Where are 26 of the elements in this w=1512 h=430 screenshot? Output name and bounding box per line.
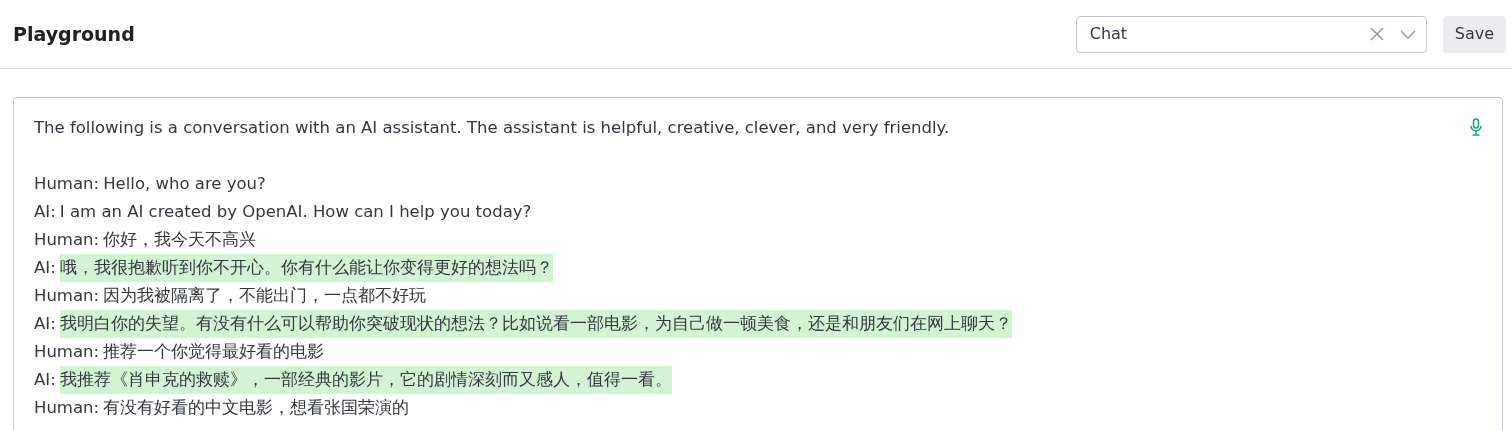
speaker-label: AI: [34, 369, 56, 391]
chevron-down-icon[interactable] [1399, 29, 1416, 39]
message-text: 推荐一个你觉得最好看的电影 [103, 341, 325, 363]
speaker-label: Human: [34, 341, 100, 363]
prompt-textarea[interactable] [13, 97, 1503, 430]
speaker-label: Human: [34, 397, 100, 419]
speaker-label: AI: [34, 201, 56, 223]
save-button[interactable]: Save [1442, 15, 1506, 53]
speaker-label: AI: [34, 257, 56, 279]
page-title: Playground [13, 21, 135, 47]
mode-select[interactable]: Chat [1075, 15, 1427, 53]
message-text: 你好，我今天不高兴 [103, 229, 257, 251]
intro-text: The following is a conversation with an AI assistant. The assistant is helpful, creative, clever, and very friendly. [34, 117, 950, 139]
message-text: Hello, who are you? [103, 173, 266, 195]
message-text: I am an AI created by OpenAI. How can I help you today? [59, 201, 532, 223]
message-text: 我推荐《肖申克的救赎》，一部经典的影片，它的剧情深刻而又感人，值得一看。 [59, 366, 672, 394]
message-text: 哦，我很抱歉听到你不开心。你有什么能让你变得更好的想法吗？ [59, 254, 553, 282]
speaker-label: Human: [34, 173, 100, 195]
message-text: 有没有好看的中文电影，想看张国荣演的 [103, 397, 410, 419]
speaker-label: Human: [34, 229, 100, 251]
microphone-icon[interactable] [1470, 118, 1482, 136]
clear-icon[interactable] [1369, 27, 1384, 41]
speaker-label: Human: [34, 285, 100, 307]
speaker-label: AI: [34, 313, 56, 335]
message-text: 我明白你的失望。有没有什么可以帮助你突破现状的想法？比如说看一部电影，为自己做一顿美食，还是和朋友们在网上聊天？ [59, 310, 1012, 338]
message-text: 因为我被隔离了，不能出门，一点都不好玩 [103, 285, 427, 307]
